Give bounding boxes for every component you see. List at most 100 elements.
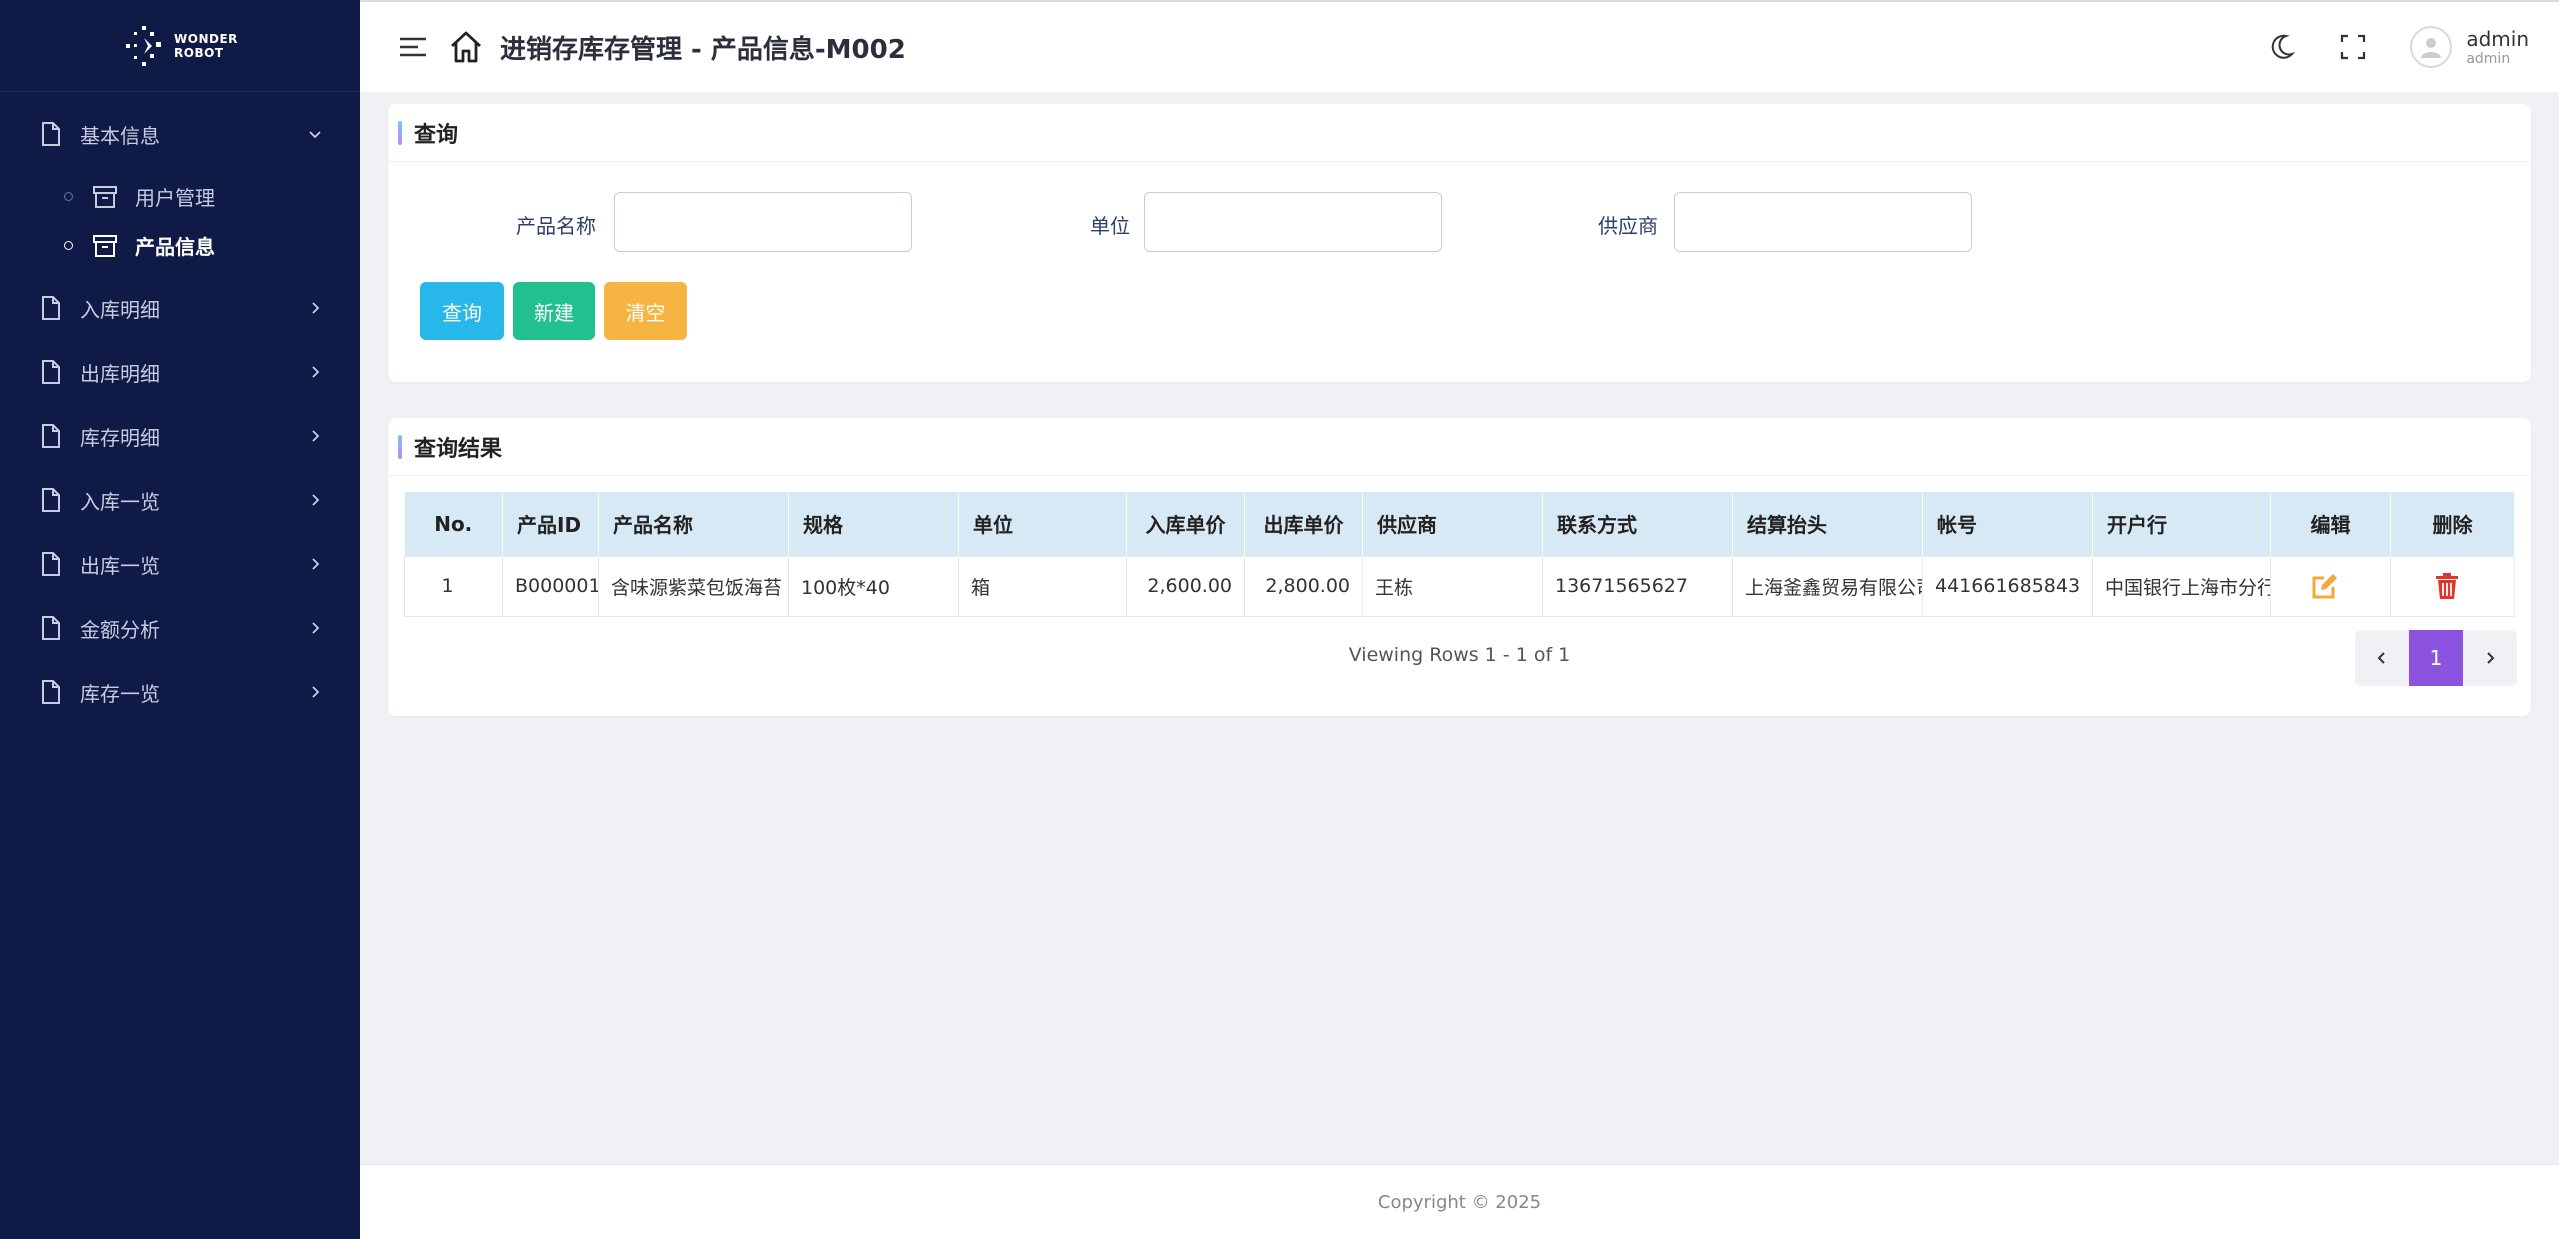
column-header[interactable]: 入库单价 — [1126, 492, 1245, 556]
chevron-left-icon — [2377, 652, 2385, 664]
column-header[interactable]: 结算抬头 — [1732, 492, 1923, 556]
moon-icon[interactable] — [2266, 32, 2296, 62]
sidebar-item-label: 金额分析 — [80, 617, 160, 642]
sidebar-subitem-user-management[interactable]: 用户管理 — [0, 172, 360, 221]
cell-unit: 箱 — [958, 555, 1127, 617]
avatar[interactable] — [2410, 26, 2453, 68]
column-header[interactable]: 帐号 — [1922, 492, 2093, 556]
pagination: 1 — [2355, 630, 2517, 686]
column-header[interactable]: 供应商 — [1362, 492, 1543, 556]
cell-bank: 中国银行上海市分行 — [2092, 555, 2271, 617]
sidebar-menu: 基本信息 用户管理 产品信息 入库明细 出库明细 库存明细 入库一览 出库一览 … — [0, 92, 360, 724]
archive-icon — [93, 185, 117, 208]
bullet-icon — [64, 241, 73, 250]
cell-no: 1 — [404, 555, 503, 617]
results-panel: 查询结果 No. 产品ID 产品名称 规格 单位 入库单价 出库单价 供应商 联… — [388, 418, 2531, 716]
supplier-input[interactable] — [1674, 192, 1972, 252]
column-header[interactable]: 产品ID — [502, 492, 599, 556]
sidebar-item-inbound-detail[interactable]: 入库明细 — [0, 276, 360, 340]
table-row[interactable]: 1 B000001 含味源紫菜包饭海苔 100枚*40 箱 2,600.00 2… — [404, 555, 2515, 617]
column-header: 删除 — [2390, 492, 2515, 556]
clear-button[interactable]: 清空 — [604, 282, 687, 340]
column-header: 编辑 — [2270, 492, 2391, 556]
sidebar-submenu: 用户管理 产品信息 — [0, 172, 360, 276]
sidebar-item-stock-overview[interactable]: 库存一览 — [0, 660, 360, 724]
sidebar-item-label: 库存明细 — [80, 425, 160, 450]
file-icon — [40, 424, 62, 448]
file-icon — [40, 360, 62, 384]
sidebar-item-stock-detail[interactable]: 库存明细 — [0, 404, 360, 468]
file-icon — [40, 488, 62, 512]
sidebar-item-outbound-detail[interactable]: 出库明细 — [0, 340, 360, 404]
menu-toggle-icon[interactable] — [398, 35, 428, 59]
cell-spec: 100枚*40 — [788, 555, 959, 617]
fullscreen-icon[interactable] — [2338, 32, 2368, 62]
query-button[interactable]: 查询 — [420, 282, 504, 340]
page-button-current[interactable]: 1 — [2409, 630, 2463, 686]
chevron-right-icon — [308, 685, 322, 699]
chevron-right-icon — [308, 365, 322, 379]
results-table: No. 产品ID 产品名称 规格 单位 入库单价 出库单价 供应商 联系方式 结… — [404, 492, 2515, 617]
column-header[interactable]: No. — [404, 492, 503, 556]
sidebar-item-label: 入库明细 — [80, 297, 160, 322]
table-header-row: No. 产品ID 产品名称 规格 单位 入库单价 出库单价 供应商 联系方式 结… — [404, 492, 2515, 556]
chevron-right-icon — [2487, 652, 2495, 664]
column-header[interactable]: 规格 — [788, 492, 959, 556]
user-role: admin — [2466, 51, 2511, 67]
results-panel-title: 查询结果 — [414, 436, 503, 462]
search-panel: 查询 产品名称 单位 供应商 查询 新建 清空 — [388, 104, 2531, 382]
sidebar-subitem-product-info[interactable]: 产品信息 — [0, 221, 360, 270]
column-header[interactable]: 联系方式 — [1542, 492, 1733, 556]
chevron-right-icon — [308, 493, 322, 507]
cell-delete — [2390, 555, 2515, 617]
user-menu[interactable]: admin admin — [2466, 27, 2529, 67]
next-page-button[interactable] — [2463, 630, 2517, 686]
trash-icon[interactable] — [2433, 572, 2461, 600]
sidebar-item-outbound-overview[interactable]: 出库一览 — [0, 532, 360, 596]
sidebar-subitem-label: 产品信息 — [135, 235, 215, 259]
title-accent-bar — [398, 120, 402, 145]
logo-text-line2: ROBOT — [174, 45, 224, 60]
edit-icon[interactable] — [2311, 572, 2339, 600]
file-icon — [40, 680, 62, 704]
cell-product-id: B000001 — [502, 555, 599, 617]
file-icon — [40, 296, 62, 320]
copyright-text: Copyright © 2025 — [1377, 1191, 1542, 1213]
cell-account: 441661685843 — [1922, 555, 2093, 617]
unit-label: 单位 — [1090, 214, 1130, 238]
sidebar-item-basic-info[interactable]: 基本信息 — [0, 96, 360, 172]
column-header[interactable]: 出库单价 — [1244, 492, 1363, 556]
chevron-right-icon — [308, 621, 322, 635]
file-icon — [40, 552, 62, 576]
cell-out-price: 2,800.00 — [1244, 555, 1363, 617]
column-header[interactable]: 产品名称 — [598, 492, 789, 556]
logo[interactable]: WONDER ROBOT — [0, 0, 360, 92]
page-title: 进销存库存管理 - 产品信息-M002 — [500, 34, 906, 65]
pagination-info: Viewing Rows 1 - 1 of 1 — [1348, 644, 1571, 666]
sidebar-item-label: 入库一览 — [80, 489, 160, 514]
chevron-down-icon — [308, 127, 322, 141]
unit-input[interactable] — [1144, 192, 1442, 252]
sidebar-item-label: 出库明细 — [80, 361, 160, 386]
bullet-icon — [64, 192, 73, 201]
user-name: admin — [2466, 27, 2529, 51]
sidebar-item-inbound-overview[interactable]: 入库一览 — [0, 468, 360, 532]
sidebar: WONDER ROBOT 基本信息 用户管理 产品信息 入库明细 出库明细 库存… — [0, 0, 360, 1239]
file-icon — [40, 616, 62, 640]
home-icon[interactable] — [448, 29, 484, 65]
supplier-label: 供应商 — [1598, 214, 1658, 238]
chevron-right-icon — [308, 301, 322, 315]
cell-supplier: 王栋 — [1362, 555, 1543, 617]
sidebar-item-amount-analysis[interactable]: 金额分析 — [0, 596, 360, 660]
sidebar-item-label: 库存一览 — [80, 681, 160, 706]
new-button[interactable]: 新建 — [513, 282, 595, 340]
sidebar-item-label: 出库一览 — [80, 553, 160, 578]
cell-in-price: 2,600.00 — [1126, 555, 1245, 617]
chevron-right-icon — [308, 557, 322, 571]
prev-page-button[interactable] — [2355, 630, 2409, 686]
product-name-input[interactable] — [614, 192, 912, 252]
column-header[interactable]: 单位 — [958, 492, 1127, 556]
sidebar-subitem-label: 用户管理 — [135, 186, 215, 210]
file-icon — [40, 122, 62, 146]
column-header[interactable]: 开户行 — [2092, 492, 2271, 556]
